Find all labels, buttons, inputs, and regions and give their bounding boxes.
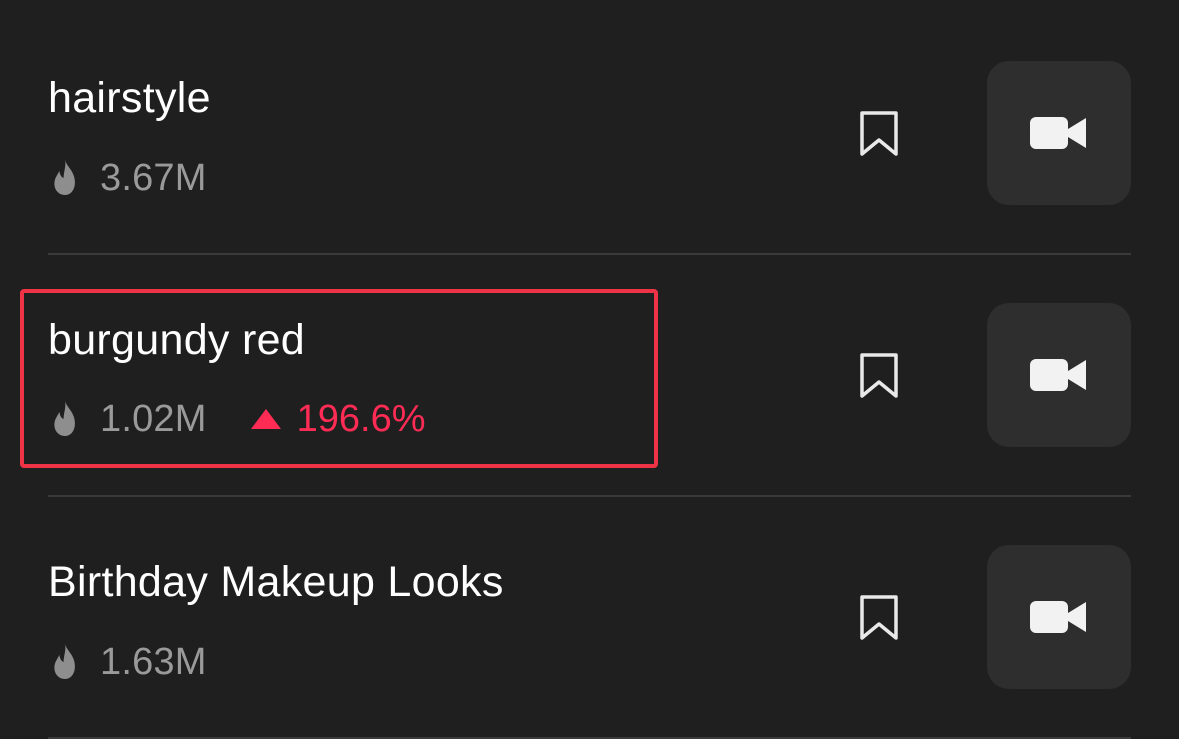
- view-count: 3.67M: [100, 156, 207, 199]
- view-count: 1.63M: [100, 640, 207, 683]
- bookmark-icon[interactable]: [858, 594, 900, 642]
- video-camera-icon: [1030, 117, 1086, 149]
- create-video-button[interactable]: [987, 545, 1131, 689]
- video-camera-icon: [1030, 359, 1086, 391]
- trend-row[interactable]: hairstyle 3.67M: [48, 12, 1131, 254]
- create-video-button[interactable]: [987, 303, 1131, 447]
- flame-icon: [54, 643, 75, 679]
- bookmark-icon[interactable]: [858, 352, 900, 400]
- trend-title: Birthday Makeup Looks: [48, 558, 504, 606]
- create-video-button[interactable]: [987, 61, 1131, 205]
- trend-meta: 3.67M: [48, 154, 207, 202]
- trending-list-screen: hairstyle 3.67M burgundy red 1.02M 196.6…: [0, 0, 1179, 739]
- trend-row[interactable]: Birthday Makeup Looks 1.63M: [48, 496, 1131, 738]
- flame-icon: [54, 159, 75, 195]
- trend-title: hairstyle: [48, 74, 211, 122]
- trend-meta: 1.63M: [48, 638, 207, 686]
- video-camera-icon: [1030, 601, 1086, 633]
- bookmark-icon[interactable]: [858, 110, 900, 158]
- highlight-box: [20, 289, 658, 468]
